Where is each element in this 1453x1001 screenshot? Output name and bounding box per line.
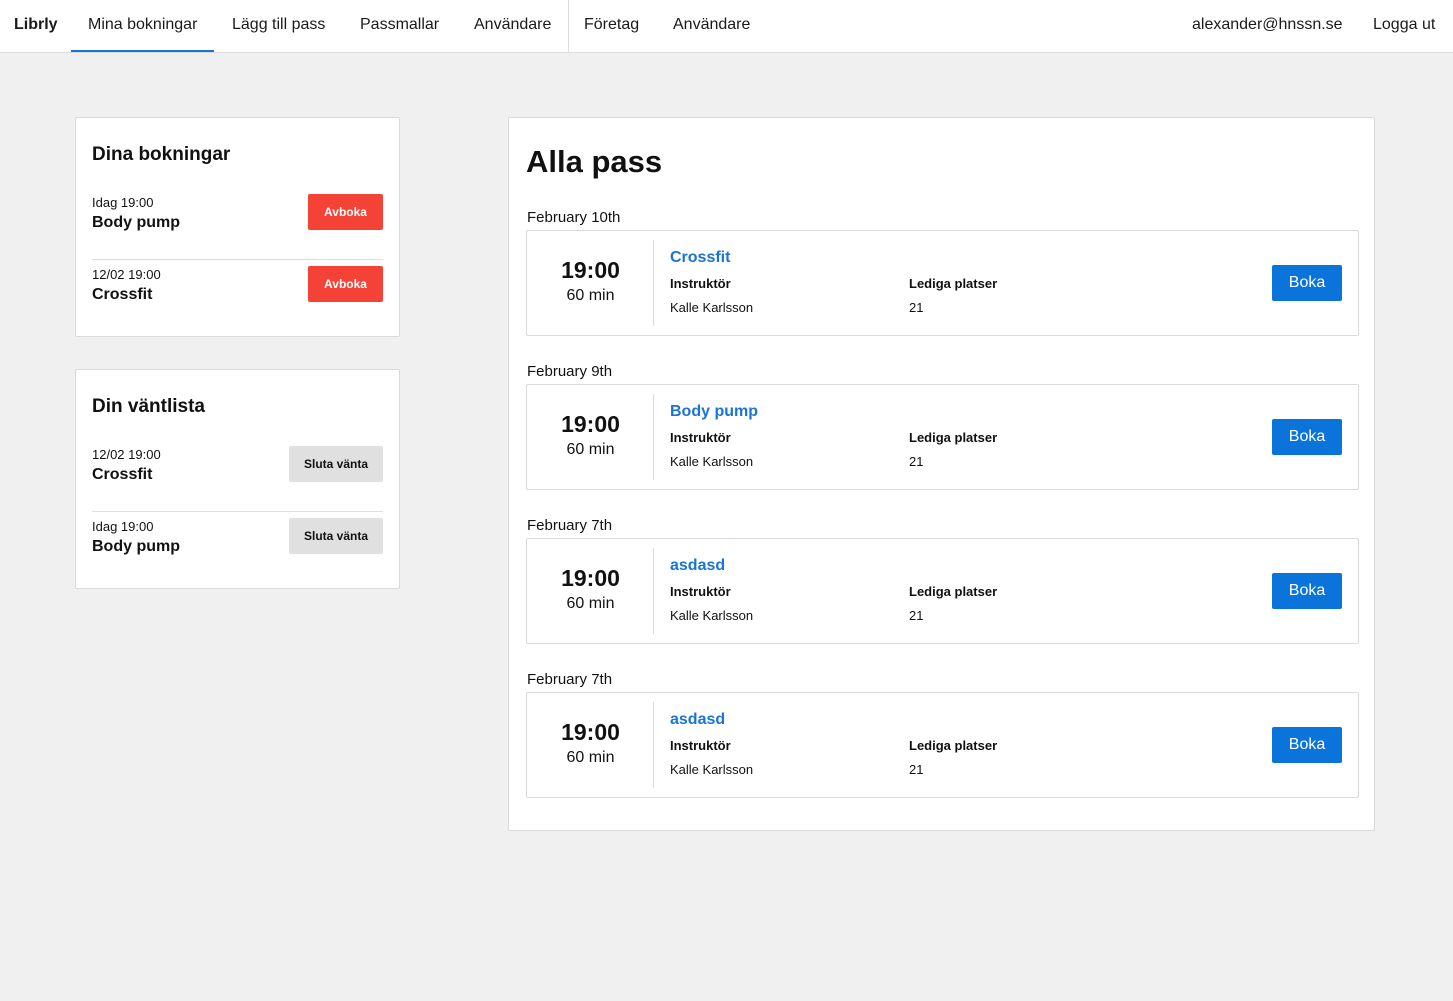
cancel-booking-button[interactable]: Avboka [308,266,383,302]
instructor-value: Kalle Karlsson [670,762,754,777]
instructor-label: Instruktör [670,738,731,753]
session-duration: 60 min [566,595,615,612]
bookings-title: Dina bokningar [92,144,231,165]
waitlist-title: Din väntlista [92,396,205,417]
session-duration: 60 min [566,441,615,458]
spots-label: Lediga platser [909,430,998,445]
booking-name: Crossfit [92,286,153,303]
session-name-link[interactable]: Crossfit [670,249,730,267]
waitlist-card: Din väntlista 12/02 19:00 Crossfit Sluta… [75,369,400,589]
instructor-label: Instruktör [670,584,731,599]
nav-item-company[interactable]: Företag [584,0,639,52]
session-date: February 9th [527,363,613,380]
booking-time: 12/02 19:00 [92,267,161,282]
stop-waiting-button[interactable]: Sluta vänta [289,518,383,554]
booking-item: 12/02 19:00 Crossfit Avboka [92,260,383,332]
all-sessions-card: Alla pass February 10th 19:00 60 min Cro… [508,117,1375,831]
session-card: 19:00 60 min Crossfit Instruktör Kalle K… [526,230,1359,336]
nav-item-company-users[interactable]: Användare [673,0,750,52]
session-name-link[interactable]: asdasd [670,711,725,729]
booking-time: Idag 19:00 [92,195,154,210]
booking-name: Body pump [92,214,180,231]
session-divider [653,548,654,634]
spots-value: 21 [909,300,924,315]
session-time: 19:00 [561,565,620,591]
book-button[interactable]: Boka [1272,265,1342,301]
book-button[interactable]: Boka [1272,419,1342,455]
session-duration: 60 min [566,749,615,766]
session-divider [653,394,654,480]
session-divider [653,240,654,326]
waitlist-time: Idag 19:00 [92,519,154,534]
session-date: February 10th [527,209,621,226]
session-date: February 7th [527,671,613,688]
instructor-label: Instruktör [670,276,731,291]
waitlist-item: Idag 19:00 Body pump Sluta vänta [92,512,383,584]
nav-item-users[interactable]: Användare [474,0,551,52]
waitlist-item: 12/02 19:00 Crossfit Sluta vänta [92,440,383,512]
spots-label: Lediga platser [909,276,998,291]
page-title: Alla pass [526,144,663,179]
instructor-value: Kalle Karlsson [670,300,754,315]
book-button[interactable]: Boka [1272,573,1342,609]
cancel-booking-button[interactable]: Avboka [308,194,383,230]
bookings-card: Dina bokningar Idag 19:00 Body pump Avbo… [75,117,400,337]
session-divider [653,702,654,788]
book-button[interactable]: Boka [1272,727,1342,763]
logout-link[interactable]: Logga ut [1373,0,1435,52]
instructor-label: Instruktör [670,430,731,445]
spots-value: 21 [909,762,924,777]
waitlist-name: Crossfit [92,466,153,483]
spots-label: Lediga platser [909,584,998,599]
stop-waiting-button[interactable]: Sluta vänta [289,446,383,482]
spots-value: 21 [909,608,924,623]
session-card: 19:00 60 min asdasd Instruktör Kalle Kar… [526,538,1359,644]
nav-item-add-session[interactable]: Lägg till pass [232,0,325,52]
waitlist-name: Body pump [92,538,180,555]
nav-user-email[interactable]: alexander@hnssn.se [1192,0,1343,52]
instructor-value: Kalle Karlsson [670,608,754,623]
spots-value: 21 [909,454,924,469]
nav-item-session-templates[interactable]: Passmallar [360,0,439,52]
session-time: 19:00 [561,719,620,745]
session-card: 19:00 60 min asdasd Instruktör Kalle Kar… [526,692,1359,798]
nav-divider [568,0,569,52]
nav-item-my-bookings[interactable]: Mina bokningar [70,0,215,52]
brand-logo[interactable]: Librly [14,0,58,52]
session-time: 19:00 [561,257,620,283]
session-date: February 7th [527,517,613,534]
session-time: 19:00 [561,411,620,437]
waitlist-time: 12/02 19:00 [92,447,161,462]
session-duration: 60 min [566,287,615,304]
instructor-value: Kalle Karlsson [670,454,754,469]
session-card: 19:00 60 min Body pump Instruktör Kalle … [526,384,1359,490]
top-navigation: Librly Mina bokningar Lägg till pass Pas… [0,0,1453,53]
session-name-link[interactable]: asdasd [670,557,725,575]
spots-label: Lediga platser [909,738,998,753]
booking-item: Idag 19:00 Body pump Avboka [92,188,383,260]
session-name-link[interactable]: Body pump [670,403,758,421]
